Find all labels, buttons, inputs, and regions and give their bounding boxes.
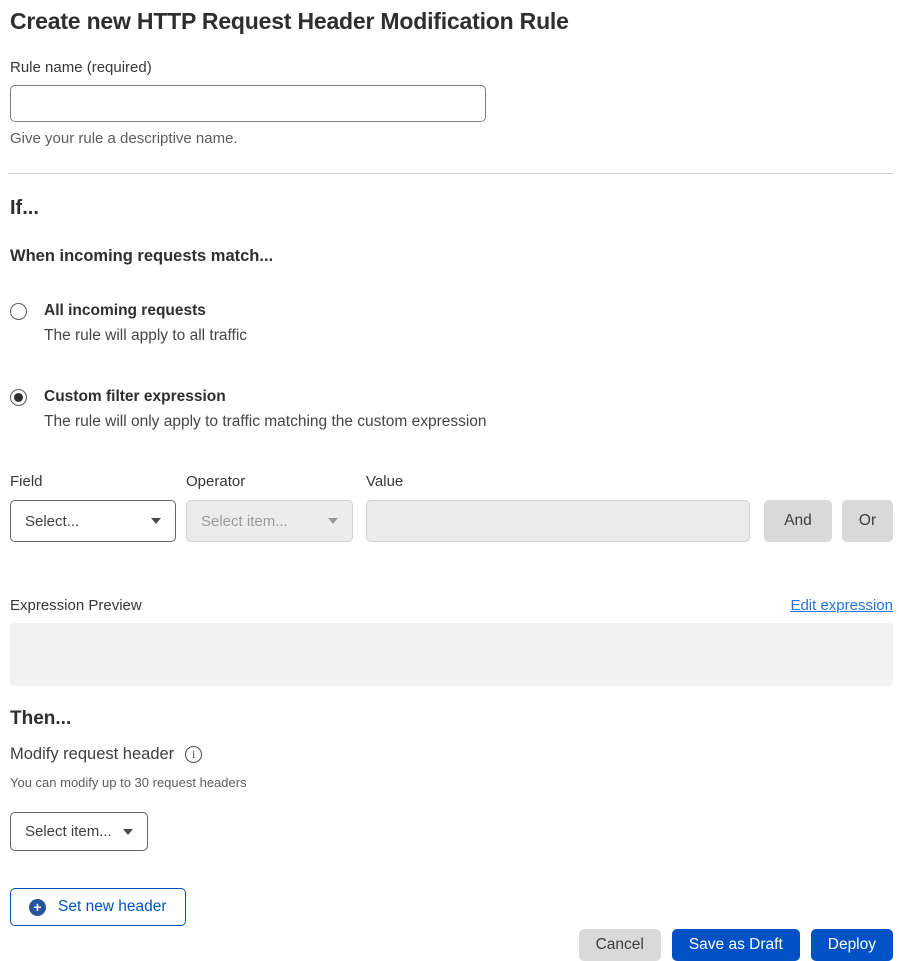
- rule-name-label: Rule name (required): [10, 59, 893, 76]
- modify-header-label: Modify request header: [10, 745, 174, 764]
- chevron-down-icon: [151, 518, 161, 524]
- modify-header-row: Modify request header i: [10, 745, 893, 764]
- set-new-header-label: Set new header: [58, 898, 167, 916]
- field-label: Field: [10, 473, 186, 490]
- radio-option-description: The rule will only apply to traffic matc…: [44, 413, 487, 431]
- page-title: Create new HTTP Request Header Modificat…: [10, 8, 893, 35]
- field-select[interactable]: Select...: [10, 500, 176, 542]
- radio-option-label: All incoming requests: [44, 302, 247, 320]
- or-button[interactable]: Or: [842, 500, 893, 542]
- form-actions: Cancel Save as Draft Deploy: [10, 929, 893, 961]
- section-divider: [8, 173, 893, 174]
- expression-builder-labels: Field Operator Value: [10, 473, 893, 490]
- expression-preview-row: Expression Preview Edit expression: [10, 597, 893, 614]
- operator-select[interactable]: Select item...: [186, 500, 353, 542]
- value-label: Value: [366, 473, 403, 490]
- header-item-select[interactable]: Select item...: [10, 812, 148, 851]
- radio-option-custom-expression[interactable]: Custom filter expression The rule will o…: [10, 388, 893, 431]
- expression-builder-row: Select... Select item... And Or: [10, 500, 893, 542]
- plus-circle-icon: +: [29, 899, 46, 916]
- value-input[interactable]: [366, 500, 750, 542]
- chevron-down-icon: [123, 829, 133, 835]
- and-button[interactable]: And: [764, 500, 832, 542]
- radio-option-description: The rule will apply to all traffic: [44, 327, 247, 345]
- chevron-down-icon: [328, 518, 338, 524]
- operator-label: Operator: [186, 473, 366, 490]
- radio-option-label: Custom filter expression: [44, 388, 487, 406]
- rule-name-helper: Give your rule a descriptive name.: [10, 130, 893, 147]
- then-section-heading: Then...: [10, 708, 893, 730]
- radio-option-texts: Custom filter expression The rule will o…: [44, 388, 487, 431]
- operator-select-placeholder: Select item...: [201, 513, 288, 530]
- expression-preview-box: [10, 623, 893, 686]
- radio-button[interactable]: [10, 389, 27, 406]
- field-select-value: Select...: [25, 513, 79, 530]
- cancel-button[interactable]: Cancel: [579, 929, 661, 961]
- create-rule-form: Create new HTTP Request Header Modificat…: [0, 0, 899, 961]
- set-new-header-button[interactable]: + Set new header: [10, 888, 186, 926]
- rule-name-input[interactable]: [10, 85, 486, 122]
- save-as-draft-button[interactable]: Save as Draft: [672, 929, 800, 961]
- info-icon[interactable]: i: [185, 746, 202, 763]
- modify-header-helper: You can modify up to 30 request headers: [10, 775, 893, 790]
- header-item-select-placeholder: Select item...: [25, 823, 112, 840]
- radio-option-texts: All incoming requests The rule will appl…: [44, 302, 247, 345]
- expression-preview-label: Expression Preview: [10, 597, 142, 614]
- if-section-heading: If...: [10, 197, 893, 220]
- match-subheading: When incoming requests match...: [10, 247, 893, 266]
- edit-expression-link[interactable]: Edit expression: [790, 597, 893, 614]
- radio-button[interactable]: [10, 303, 27, 320]
- radio-option-all-requests[interactable]: All incoming requests The rule will appl…: [10, 302, 893, 345]
- deploy-button[interactable]: Deploy: [811, 929, 893, 961]
